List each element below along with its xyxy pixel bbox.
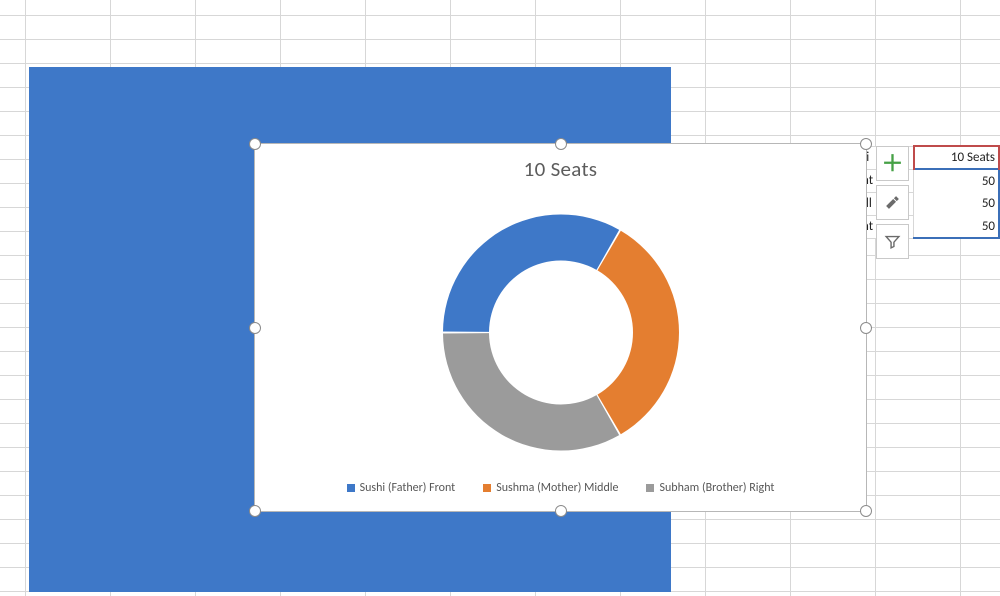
legend-swatch-icon xyxy=(646,484,654,492)
resize-handle[interactable] xyxy=(555,505,567,517)
legend-swatch-icon xyxy=(483,484,491,492)
chart-legend: Sushi (Father) Front Sushma (Mother) Mid… xyxy=(255,481,866,495)
resize-handle[interactable] xyxy=(249,322,261,334)
donut-slice[interactable] xyxy=(443,333,619,450)
legend-label: Subham (Brother) Right xyxy=(659,481,774,495)
source-value-cell: 50 xyxy=(914,169,1000,192)
funnel-icon xyxy=(884,233,901,250)
resize-handle[interactable] xyxy=(249,505,261,517)
source-value-cell: 50 xyxy=(914,215,1000,238)
chart-filter-button[interactable] xyxy=(876,224,909,259)
resize-handle[interactable] xyxy=(860,322,872,334)
resize-handle[interactable] xyxy=(860,505,872,517)
donut-chart xyxy=(436,207,686,462)
chart-title: 10 Seats xyxy=(255,156,866,182)
resize-handle[interactable] xyxy=(860,138,872,150)
resize-handle[interactable] xyxy=(249,138,261,150)
donut-slice[interactable] xyxy=(597,231,679,434)
chart-object[interactable]: 10 Seats Sushi (Father) Front Sushma (Mo… xyxy=(254,143,867,512)
chart-tool-buttons: ＋ xyxy=(876,146,909,259)
source-value-header: 10 Seats xyxy=(914,146,1000,169)
legend-label: Sushi (Father) Front xyxy=(360,481,456,495)
donut-slice[interactable] xyxy=(443,214,619,331)
chart-styles-button[interactable] xyxy=(876,185,909,220)
legend-item: Sushma (Mother) Middle xyxy=(483,481,618,495)
source-value-cell: 50 xyxy=(914,192,1000,215)
legend-item: Subham (Brother) Right xyxy=(646,481,774,495)
legend-label: Sushma (Mother) Middle xyxy=(496,481,618,495)
plus-icon: ＋ xyxy=(881,153,903,175)
brush-icon xyxy=(884,194,901,211)
legend-item: Sushi (Father) Front xyxy=(347,481,456,495)
chart-elements-button[interactable]: ＋ xyxy=(876,146,909,181)
legend-swatch-icon xyxy=(347,484,355,492)
resize-handle[interactable] xyxy=(555,138,567,150)
